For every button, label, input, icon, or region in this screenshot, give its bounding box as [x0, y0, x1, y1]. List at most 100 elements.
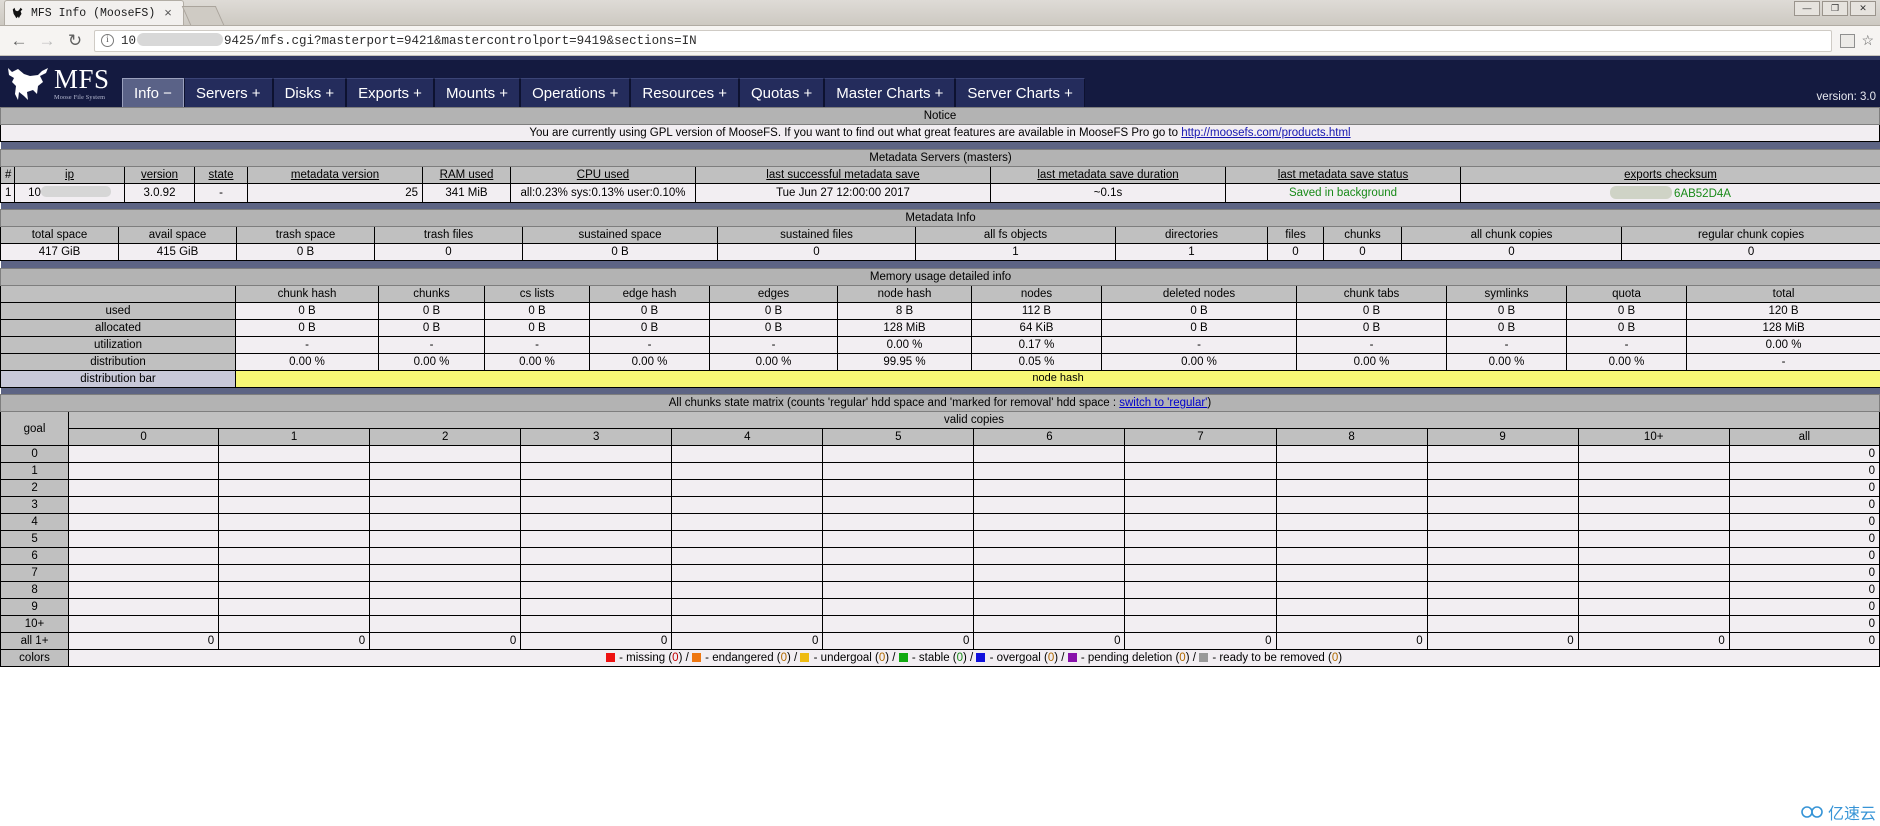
chunk-matrix-cell — [219, 582, 370, 599]
window-minimize-button[interactable]: — — [1794, 1, 1820, 16]
goal-row-label: 10+ — [1, 616, 69, 633]
memory-usage-cell: 0.00 % — [590, 353, 710, 370]
masters-col-header[interactable]: last metadata save status — [1226, 166, 1461, 183]
back-icon[interactable]: ← — [6, 28, 32, 54]
mfs-header: MFS Moose File System Info −Servers +Dis… — [0, 60, 1880, 107]
legend-separator: ) / — [1054, 652, 1067, 664]
chunk-matrix-cell — [521, 599, 672, 616]
chunk-matrix-cell — [1427, 582, 1578, 599]
chunk-matrix-cell — [69, 463, 219, 480]
memory-usage-cell: 0 B — [1102, 302, 1297, 319]
chunk-matrix-cell — [370, 497, 521, 514]
chunk-matrix-cell: 0 — [1729, 565, 1879, 582]
memory-usage-cell: 0 B — [379, 319, 485, 336]
metadata-info-value-row: 417 GiB415 GiB0 B00 B0110000 — [1, 244, 1880, 261]
memory-usage-cell: 0.00 % — [1687, 336, 1880, 353]
url-prefix: 10 — [121, 34, 136, 48]
nav-item-quotas[interactable]: Quotas + — [739, 78, 824, 107]
chunk-matrix-cell — [1427, 616, 1578, 633]
tab-close-icon[interactable]: × — [161, 6, 175, 20]
chunk-matrix-title-text: All chunks state matrix (counts 'regular… — [669, 397, 1119, 409]
nav-item-exports[interactable]: Exports + — [346, 78, 434, 107]
chunk-matrix-cell — [1125, 480, 1276, 497]
chunk-matrix-cell — [1276, 480, 1427, 497]
memory-usage-cell: - — [485, 336, 590, 353]
chunk-matrix-cell — [219, 497, 370, 514]
chunk-matrix-total-row: all 1+000000000000 — [1, 633, 1880, 650]
masters-col-header[interactable]: version — [125, 166, 195, 183]
browser-tab[interactable]: MFS Info (MooseFS) × — [4, 0, 184, 25]
metadata-info-title: Metadata Info — [1, 210, 1880, 227]
metadata-info-table: Metadata Info total spaceavail spacetras… — [0, 209, 1880, 268]
window-close-button[interactable]: ✕ — [1850, 1, 1876, 16]
save-page-icon[interactable] — [1840, 34, 1855, 48]
metadata-info-col-header: chunks — [1324, 227, 1402, 244]
legend-label: - missing ( — [616, 652, 672, 664]
chunk-matrix-cell — [1276, 548, 1427, 565]
masters-col-header[interactable]: ip — [15, 166, 125, 183]
memory-usage-col-header: chunks — [379, 285, 485, 302]
chunk-matrix-cell: 0 — [1729, 616, 1879, 633]
masters-col-header[interactable]: # — [1, 166, 15, 183]
memory-usage-cell: 0.17 % — [972, 336, 1102, 353]
nav-item-info[interactable]: Info − — [122, 78, 184, 107]
chunk-matrix-cell — [1578, 599, 1729, 616]
window-maximize-button[interactable]: ❐ — [1822, 1, 1848, 16]
chunk-matrix-row: 70 — [1, 565, 1880, 582]
address-bar[interactable]: i 109425/mfs.cgi?masterport=9421&masterc… — [94, 30, 1832, 52]
masters-col-header[interactable]: last successful metadata save — [696, 166, 991, 183]
chunk-matrix-cell — [672, 531, 823, 548]
bookmark-star-icon[interactable]: ☆ — [1861, 32, 1874, 49]
chunk-matrix-cell — [1125, 531, 1276, 548]
new-tab-button[interactable] — [182, 6, 224, 25]
masters-col-header[interactable]: last metadata save duration — [991, 166, 1226, 183]
master-ip-redacted — [41, 186, 111, 197]
omnibar-actions: ☆ — [1834, 32, 1874, 49]
nav-item-server-charts[interactable]: Server Charts + — [955, 78, 1084, 107]
chunk-matrix-cell — [1578, 514, 1729, 531]
nav-item-master-charts[interactable]: Master Charts + — [824, 78, 955, 107]
chunk-matrix-cell — [521, 463, 672, 480]
chunk-matrix-cell — [823, 497, 974, 514]
chunk-matrix-cell — [1578, 565, 1729, 582]
nav-item-servers[interactable]: Servers + — [184, 78, 273, 107]
masters-data-row: 1 10 3.0.92 - 25 341 MiB all:0.23% sys:0… — [1, 183, 1880, 202]
memory-usage-cell: 0.00 % — [838, 336, 972, 353]
site-info-icon[interactable]: i — [101, 34, 114, 47]
nav-item-operations[interactable]: Operations + — [520, 78, 630, 107]
masters-col-header[interactable]: metadata version — [248, 166, 423, 183]
mfs-logo[interactable]: MFS Moose File System — [0, 60, 122, 107]
masters-col-header[interactable]: state — [195, 166, 248, 183]
chunk-matrix-cell — [219, 463, 370, 480]
chunk-matrix-cell — [672, 582, 823, 599]
memory-usage-cell: - — [236, 336, 379, 353]
masters-col-header[interactable]: exports checksum — [1461, 166, 1880, 183]
nav-item-mounts[interactable]: Mounts + — [434, 78, 520, 107]
nav-item-resources[interactable]: Resources + — [630, 78, 739, 107]
chunk-matrix-cell — [974, 565, 1125, 582]
chunk-matrix-cell — [1427, 599, 1578, 616]
mfs-logo-title: MFS — [54, 66, 110, 93]
reload-icon[interactable]: ↻ — [62, 28, 88, 54]
notice-link[interactable]: http://moosefs.com/products.html — [1181, 127, 1350, 139]
switch-to-regular-link[interactable]: switch to 'regular' — [1119, 397, 1207, 409]
memory-usage-cell: 0 B — [485, 302, 590, 319]
masters-col-header[interactable]: CPU used — [511, 166, 696, 183]
page-root: MFS Info (MooseFS) × — ❐ ✕ ← → ↻ i 10942… — [0, 0, 1880, 826]
master-save-duration: ~0.1s — [991, 183, 1226, 202]
memory-usage-cell: 0 B — [1567, 319, 1687, 336]
metadata-info-col-header: sustained files — [718, 227, 916, 244]
chunk-matrix-cell — [1578, 616, 1729, 633]
chunk-matrix-cell — [974, 514, 1125, 531]
chunk-matrix-cell — [521, 565, 672, 582]
masters-col-header[interactable]: RAM used — [423, 166, 511, 183]
chunk-matrix-cell — [370, 514, 521, 531]
nav-item-disks[interactable]: Disks + — [273, 78, 347, 107]
metadata-info-col-header: avail space — [119, 227, 237, 244]
colors-legend-row: colors - missing (0) / - endangered (0) … — [1, 650, 1880, 667]
chunk-matrix-cell — [69, 514, 219, 531]
forward-icon[interactable]: → — [34, 28, 60, 54]
master-exports-checksum: 6AB52D4A — [1461, 183, 1880, 202]
chunk-matrix-cell — [672, 497, 823, 514]
chunk-matrix-row: 20 — [1, 480, 1880, 497]
